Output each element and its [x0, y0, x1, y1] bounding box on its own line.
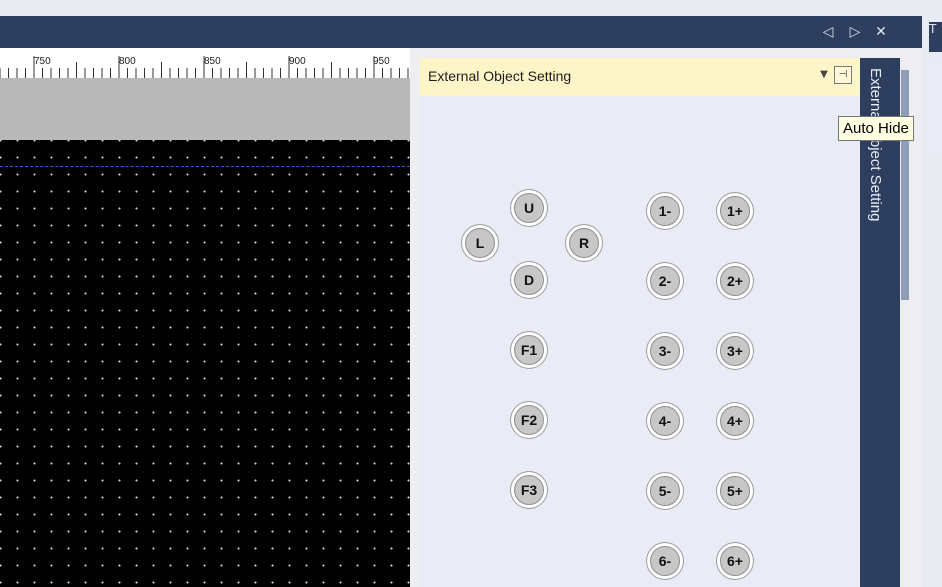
- button-5-minus[interactable]: 5-: [647, 473, 683, 509]
- right-edge-tab[interactable]: T: [929, 22, 942, 52]
- button-label: 2-: [650, 266, 680, 296]
- button-label: 4+: [720, 406, 750, 436]
- ruler-label: 850: [204, 56, 221, 67]
- top-strip: [0, 0, 942, 16]
- ruler-ticks: 750 800 850 900 950: [0, 56, 409, 78]
- vertical-scrollbar[interactable]: [901, 70, 909, 300]
- button-label: 2+: [720, 266, 750, 296]
- button-f2[interactable]: F2: [511, 402, 547, 438]
- button-right[interactable]: R: [566, 225, 602, 261]
- right-edge-panel: [929, 58, 942, 153]
- button-label: 1+: [720, 196, 750, 226]
- button-right-label: R: [569, 228, 599, 258]
- button-5-plus[interactable]: 5+: [717, 473, 753, 509]
- guide-line: [0, 166, 410, 167]
- auto-hide-tooltip: Auto Hide: [838, 116, 914, 141]
- ruler-gray-band: [0, 78, 410, 140]
- panel-title: External Object Setting: [428, 68, 572, 84]
- button-f3[interactable]: F3: [511, 472, 547, 508]
- scroll-right-icon[interactable]: ▷: [845, 22, 865, 42]
- panel-header: External Object Setting ▼ ⊣: [420, 58, 860, 96]
- button-1-plus[interactable]: 1+: [717, 193, 753, 229]
- button-3-plus[interactable]: 3+: [717, 333, 753, 369]
- button-f1[interactable]: F1: [511, 332, 547, 368]
- button-label: 3-: [650, 336, 680, 366]
- design-canvas[interactable]: [0, 140, 410, 587]
- external-object-setting-panel: External Object Setting ▼ ⊣ U L R D F1 F…: [420, 58, 860, 587]
- button-2-minus[interactable]: 2-: [647, 263, 683, 299]
- button-f1-label: F1: [514, 335, 544, 365]
- button-label: 5+: [720, 476, 750, 506]
- button-label: 1-: [650, 196, 680, 226]
- button-4-plus[interactable]: 4+: [717, 403, 753, 439]
- scroll-left-icon[interactable]: ◁: [818, 22, 838, 42]
- button-3-minus[interactable]: 3-: [647, 333, 683, 369]
- button-6-minus[interactable]: 6-: [647, 543, 683, 579]
- dropdown-arrow-icon[interactable]: ▼: [817, 68, 831, 82]
- button-down[interactable]: D: [511, 262, 547, 298]
- button-label: 4-: [650, 406, 680, 436]
- button-up[interactable]: U: [511, 190, 547, 226]
- document-title-bar: ◁ ▷ ✕: [0, 16, 922, 48]
- close-icon[interactable]: ✕: [871, 22, 891, 42]
- vertical-tab-label: External Object Setting: [867, 68, 884, 222]
- ruler-label: 900: [289, 56, 306, 67]
- button-1-minus[interactable]: 1-: [647, 193, 683, 229]
- ruler-label: 750: [34, 56, 51, 67]
- button-2-plus[interactable]: 2+: [717, 263, 753, 299]
- ruler-label: 800: [119, 56, 136, 67]
- button-label: 3+: [720, 336, 750, 366]
- ruler-label: 950: [373, 56, 390, 67]
- pin-icon[interactable]: ⊣: [834, 66, 852, 84]
- button-f2-label: F2: [514, 405, 544, 435]
- button-down-label: D: [514, 265, 544, 295]
- button-6-plus[interactable]: 6+: [717, 543, 753, 579]
- button-left-label: L: [465, 228, 495, 258]
- button-left[interactable]: L: [462, 225, 498, 261]
- button-label: 5-: [650, 476, 680, 506]
- right-edge-tab-label: T: [929, 22, 937, 36]
- button-4-minus[interactable]: 4-: [647, 403, 683, 439]
- button-label: 6+: [720, 546, 750, 576]
- button-f3-label: F3: [514, 475, 544, 505]
- button-up-label: U: [514, 193, 544, 223]
- button-label: 6-: [650, 546, 680, 576]
